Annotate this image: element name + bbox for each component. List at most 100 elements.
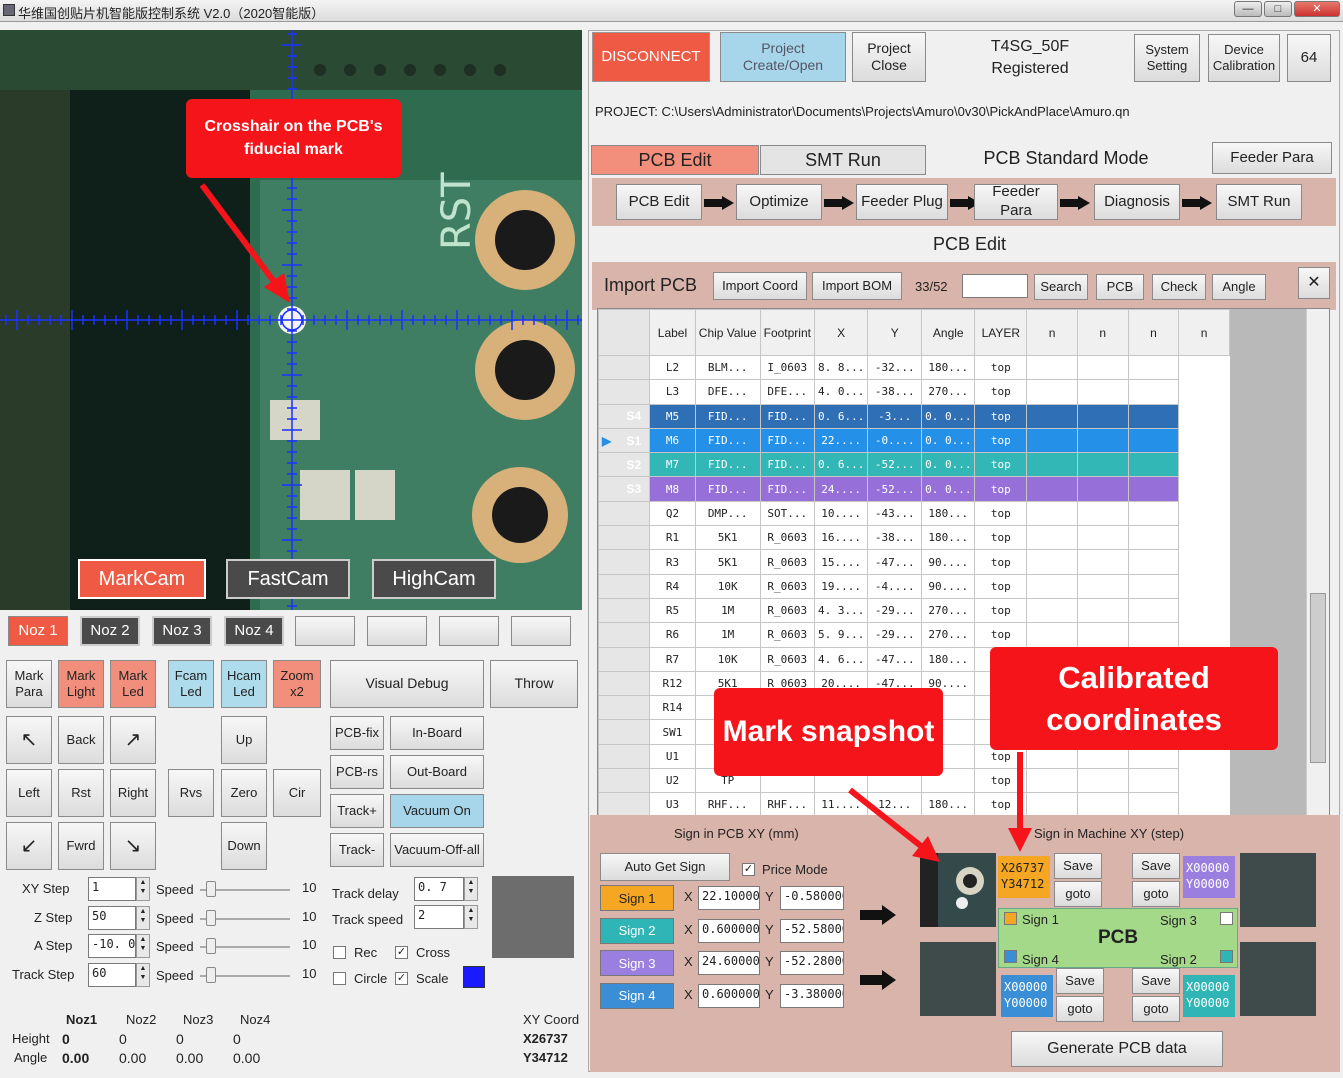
row-header[interactable] xyxy=(598,525,651,551)
table-cell[interactable] xyxy=(1076,500,1129,527)
sign3-corner-checkbox[interactable] xyxy=(1220,912,1233,925)
sign-button[interactable]: Sign 2 xyxy=(600,917,674,944)
device-calibration-button[interactable]: Device Calibration xyxy=(1208,34,1280,82)
table-cell[interactable]: R6 xyxy=(649,622,696,648)
row-header[interactable] xyxy=(598,622,651,648)
speed-slider-thumb[interactable] xyxy=(206,881,216,897)
table-cell[interactable]: R5 xyxy=(649,597,696,624)
table-cell[interactable] xyxy=(1076,379,1129,405)
table-cell[interactable] xyxy=(1127,573,1180,599)
table-cell[interactable] xyxy=(1076,354,1129,381)
hcam-led-button[interactable]: Hcam Led xyxy=(221,660,267,708)
table-cell[interactable]: 5K1 xyxy=(694,549,761,575)
flow-step-button[interactable]: Optimize xyxy=(736,184,822,220)
table-cell[interactable] xyxy=(1026,427,1078,454)
table-cell[interactable]: SW1 xyxy=(649,719,696,745)
z-down-button[interactable]: Down xyxy=(221,822,267,870)
import-coord-button[interactable]: Import Coord xyxy=(713,272,807,300)
table-cell[interactable]: R_0603 xyxy=(759,597,815,624)
table-cell[interactable]: R3 xyxy=(649,549,696,575)
table-cell[interactable]: 0. 0... xyxy=(921,476,976,502)
sign2-save-button[interactable]: Save xyxy=(1132,968,1180,994)
row-header[interactable] xyxy=(598,792,651,815)
row-header[interactable] xyxy=(598,549,651,575)
table-cell[interactable]: 0. 0... xyxy=(921,427,976,454)
table-cell[interactable]: top xyxy=(974,427,1028,454)
table-cell[interactable]: FID... xyxy=(694,476,761,502)
table-cell[interactable]: DMP... xyxy=(694,500,761,527)
vacuum-on-button[interactable]: Vacuum On xyxy=(390,794,484,828)
table-cell[interactable]: U3 xyxy=(649,792,696,815)
table-cell[interactable]: 10K xyxy=(694,573,761,599)
disconnect-button[interactable]: DISCONNECT xyxy=(592,32,710,82)
flow-step-button[interactable]: Feeder Para xyxy=(974,183,1058,220)
pcb-fix-button[interactable]: PCB-fix xyxy=(330,716,384,750)
import-bom-button[interactable]: Import BOM xyxy=(812,272,902,300)
table-cell[interactable] xyxy=(1026,525,1078,551)
angle-button[interactable]: Angle xyxy=(1212,274,1266,300)
table-cell[interactable]: -43... xyxy=(867,500,923,527)
sign-y-input[interactable]: -52.280000 xyxy=(780,951,844,975)
color-picker[interactable] xyxy=(463,966,485,988)
table-cell[interactable]: top xyxy=(974,622,1028,648)
table-cell[interactable]: U2 xyxy=(649,768,696,794)
flow-step-button[interactable]: Diagnosis xyxy=(1094,184,1180,220)
track-minus-button[interactable]: Track- xyxy=(330,833,384,867)
speed-slider-thumb[interactable] xyxy=(206,938,216,954)
sign-x-input[interactable]: 22.100000 xyxy=(698,886,760,910)
auto-get-sign-button[interactable]: Auto Get Sign xyxy=(600,853,730,881)
sign2-goto-button[interactable]: goto xyxy=(1132,996,1180,1022)
table-cell[interactable]: 90.... xyxy=(921,549,976,575)
table-cell[interactable]: R_0603 xyxy=(759,646,815,672)
table-cell[interactable] xyxy=(1026,354,1078,381)
table-row[interactable]: Q2 DMP... SOT... 10.... -43... 180... top xyxy=(598,500,1230,527)
table-cell[interactable] xyxy=(1026,573,1078,599)
table-cell[interactable]: 5. 9... xyxy=(813,622,869,648)
flow-step-button[interactable]: PCB Edit xyxy=(616,184,702,220)
table-cell[interactable]: DFE... xyxy=(694,379,761,405)
sign-x-input[interactable]: 0.600000 xyxy=(698,983,760,1008)
table-cell[interactable]: FID... xyxy=(694,452,761,478)
table-cell[interactable]: 15.... xyxy=(813,549,869,575)
table-cell[interactable]: 5K1 xyxy=(694,525,761,551)
table-cell[interactable]: -47... xyxy=(867,549,923,575)
table-cell[interactable]: L2 xyxy=(649,354,696,381)
table-cell[interactable] xyxy=(1127,403,1180,429)
table-cell[interactable]: 180... xyxy=(921,354,976,381)
table-cell[interactable]: 180... xyxy=(921,646,976,672)
table-header[interactable]: Y xyxy=(867,309,923,356)
param-input[interactable]: 1 xyxy=(88,877,136,901)
table-cell[interactable]: R7 xyxy=(649,646,696,672)
jog-reset-button[interactable]: Rst xyxy=(58,769,104,817)
table-header[interactable]: n xyxy=(1026,309,1078,356)
table-cell[interactable]: I_0603 xyxy=(759,354,815,381)
table-cell[interactable] xyxy=(1026,500,1078,527)
table-cell[interactable] xyxy=(1076,549,1129,575)
feeder-para-button[interactable]: Feeder Para xyxy=(1212,142,1332,174)
table-cell[interactable]: R14 xyxy=(649,695,696,721)
param-input[interactable]: 50 xyxy=(88,905,136,930)
sign4-corner-checkbox[interactable] xyxy=(1004,950,1017,963)
table-cell[interactable]: FID... xyxy=(759,476,815,502)
table-header[interactable]: X xyxy=(813,309,869,356)
sign-y-input[interactable]: -52.580000 xyxy=(780,918,844,943)
table-cell[interactable]: RHF... xyxy=(759,792,815,815)
table-cell[interactable]: 0. 6... xyxy=(813,403,869,429)
throw-button[interactable]: Throw xyxy=(490,660,578,708)
table-cell[interactable] xyxy=(1127,354,1180,381)
circle-button[interactable]: Cir xyxy=(273,769,321,817)
table-cell[interactable]: 0. 0... xyxy=(921,452,976,478)
table-cell[interactable]: M8 xyxy=(649,476,696,502)
track-speed-spinner[interactable]: ▲ ▼ xyxy=(464,905,478,929)
sign-y-input[interactable]: -3.380000 xyxy=(780,983,844,1008)
table-cell[interactable] xyxy=(1076,427,1129,454)
table-cell[interactable] xyxy=(1076,452,1129,478)
noz-4-button[interactable]: Noz 4 xyxy=(224,616,284,646)
z-up-button[interactable]: Up xyxy=(221,716,267,764)
zoom-button[interactable]: Zoom x2 xyxy=(273,660,321,708)
table-cell[interactable]: FID... xyxy=(759,452,815,478)
row-header[interactable] xyxy=(598,670,651,697)
track-delay-input[interactable]: 0. 7 xyxy=(414,877,464,901)
flow-step-button[interactable]: Feeder Plug xyxy=(856,184,948,220)
param-spinner[interactable]: ▲ ▼ xyxy=(136,934,150,958)
